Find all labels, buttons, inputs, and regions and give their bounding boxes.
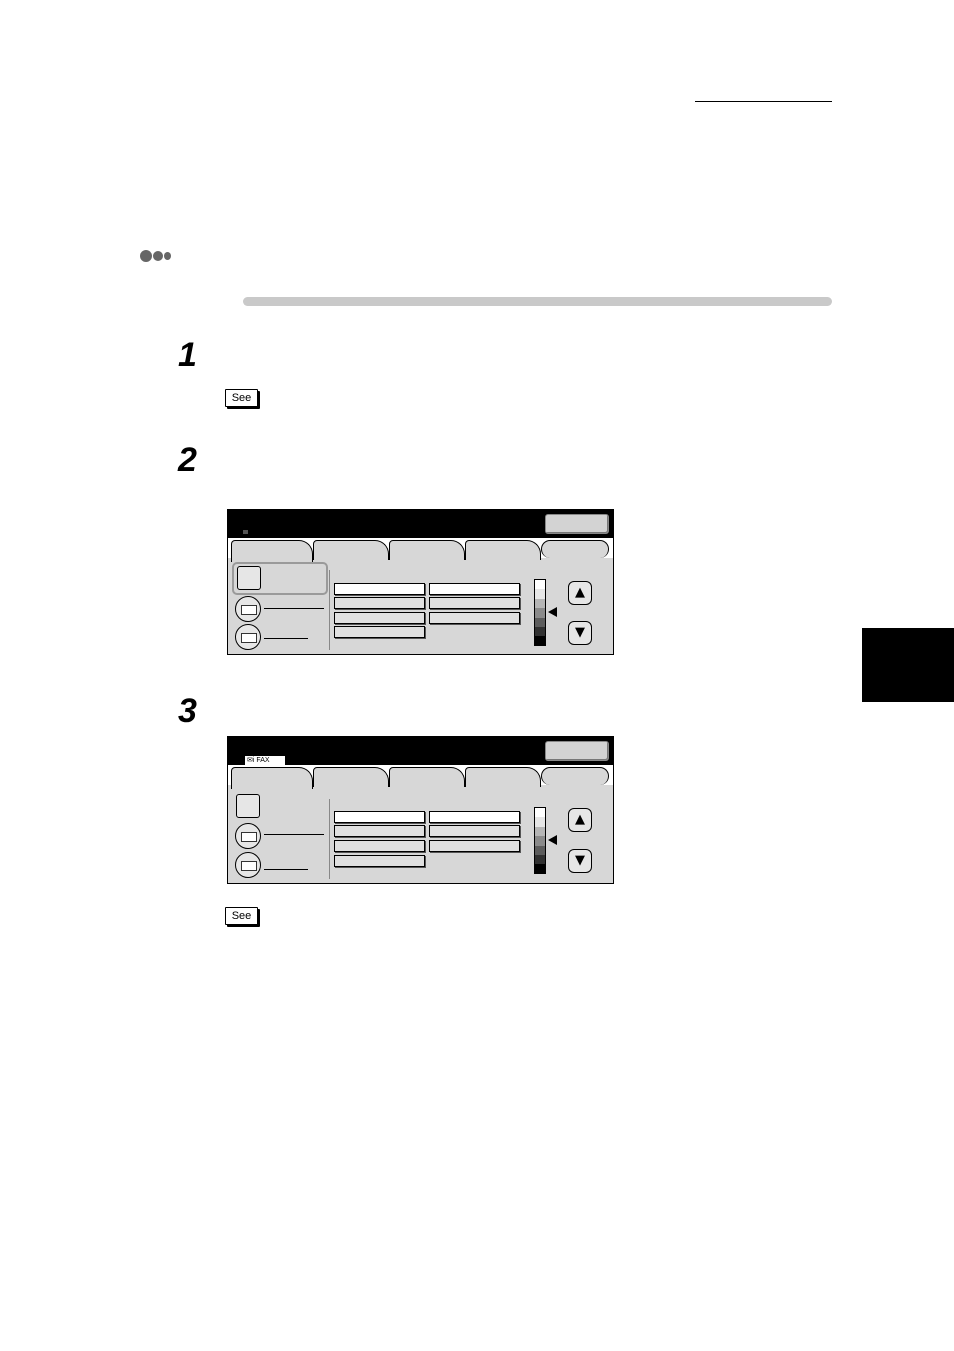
sheet-icon[interactable] xyxy=(235,823,261,849)
tab[interactable] xyxy=(313,540,389,560)
header-rule xyxy=(695,101,832,102)
panel-divider xyxy=(329,799,330,879)
section-marker-icon xyxy=(140,250,174,262)
panel-body: ▲ ▼ xyxy=(228,785,613,883)
screen-panel: ▲ ▼ xyxy=(227,509,614,655)
option-button[interactable] xyxy=(429,583,520,595)
tab[interactable] xyxy=(465,540,541,560)
option-button[interactable] xyxy=(429,811,520,823)
label-line xyxy=(264,869,308,870)
label-line xyxy=(264,638,308,639)
tab[interactable] xyxy=(231,540,313,562)
option-button[interactable] xyxy=(429,825,520,837)
tab[interactable] xyxy=(541,540,609,558)
label-line xyxy=(264,608,324,609)
down-arrow-icon[interactable]: ▼ xyxy=(568,621,592,645)
tab[interactable] xyxy=(541,767,609,785)
density-pointer-icon xyxy=(548,835,557,845)
option-button[interactable] xyxy=(334,825,425,837)
up-arrow-icon[interactable]: ▲ xyxy=(568,581,592,605)
option-button[interactable] xyxy=(429,840,520,852)
option-button[interactable] xyxy=(429,597,520,609)
chapter-tab xyxy=(862,628,954,702)
density-scale xyxy=(534,807,546,874)
option-square-button[interactable] xyxy=(237,566,261,590)
tab[interactable] xyxy=(313,767,389,787)
see-reference-icon: See xyxy=(225,907,258,925)
option-button[interactable] xyxy=(429,612,520,624)
density-pointer-icon xyxy=(548,607,557,617)
screen-panel: ✉i FAX ▲ ▼ xyxy=(227,736,614,884)
close-button[interactable] xyxy=(545,514,609,534)
see-reference-icon: See xyxy=(225,389,258,407)
sheet-icon[interactable] xyxy=(235,596,261,622)
step-number: 2 xyxy=(178,441,197,479)
option-button[interactable] xyxy=(334,612,425,624)
ifax-label: ✉i FAX xyxy=(245,756,285,765)
step-number: 3 xyxy=(178,692,197,730)
panel-divider xyxy=(329,570,330,650)
panel-body: ▲ ▼ xyxy=(228,558,613,654)
option-button[interactable] xyxy=(334,583,425,595)
tab[interactable] xyxy=(389,767,465,787)
section-heading-bar xyxy=(243,297,832,306)
tab[interactable] xyxy=(465,767,541,787)
label-line xyxy=(264,834,324,835)
density-scale xyxy=(534,579,546,646)
close-button[interactable] xyxy=(545,741,609,761)
option-button[interactable] xyxy=(334,840,425,852)
step-number: 1 xyxy=(178,336,197,374)
tab[interactable] xyxy=(231,767,313,789)
option-button[interactable] xyxy=(334,626,425,638)
tab[interactable] xyxy=(389,540,465,560)
option-button[interactable] xyxy=(334,597,425,609)
option-button[interactable] xyxy=(334,811,425,823)
option-button[interactable] xyxy=(334,855,425,867)
sheet-icon[interactable] xyxy=(235,852,261,878)
up-arrow-icon[interactable]: ▲ xyxy=(568,808,592,832)
down-arrow-icon[interactable]: ▼ xyxy=(568,849,592,873)
option-square-button[interactable] xyxy=(236,794,260,818)
sheet-icon[interactable] xyxy=(235,624,261,650)
